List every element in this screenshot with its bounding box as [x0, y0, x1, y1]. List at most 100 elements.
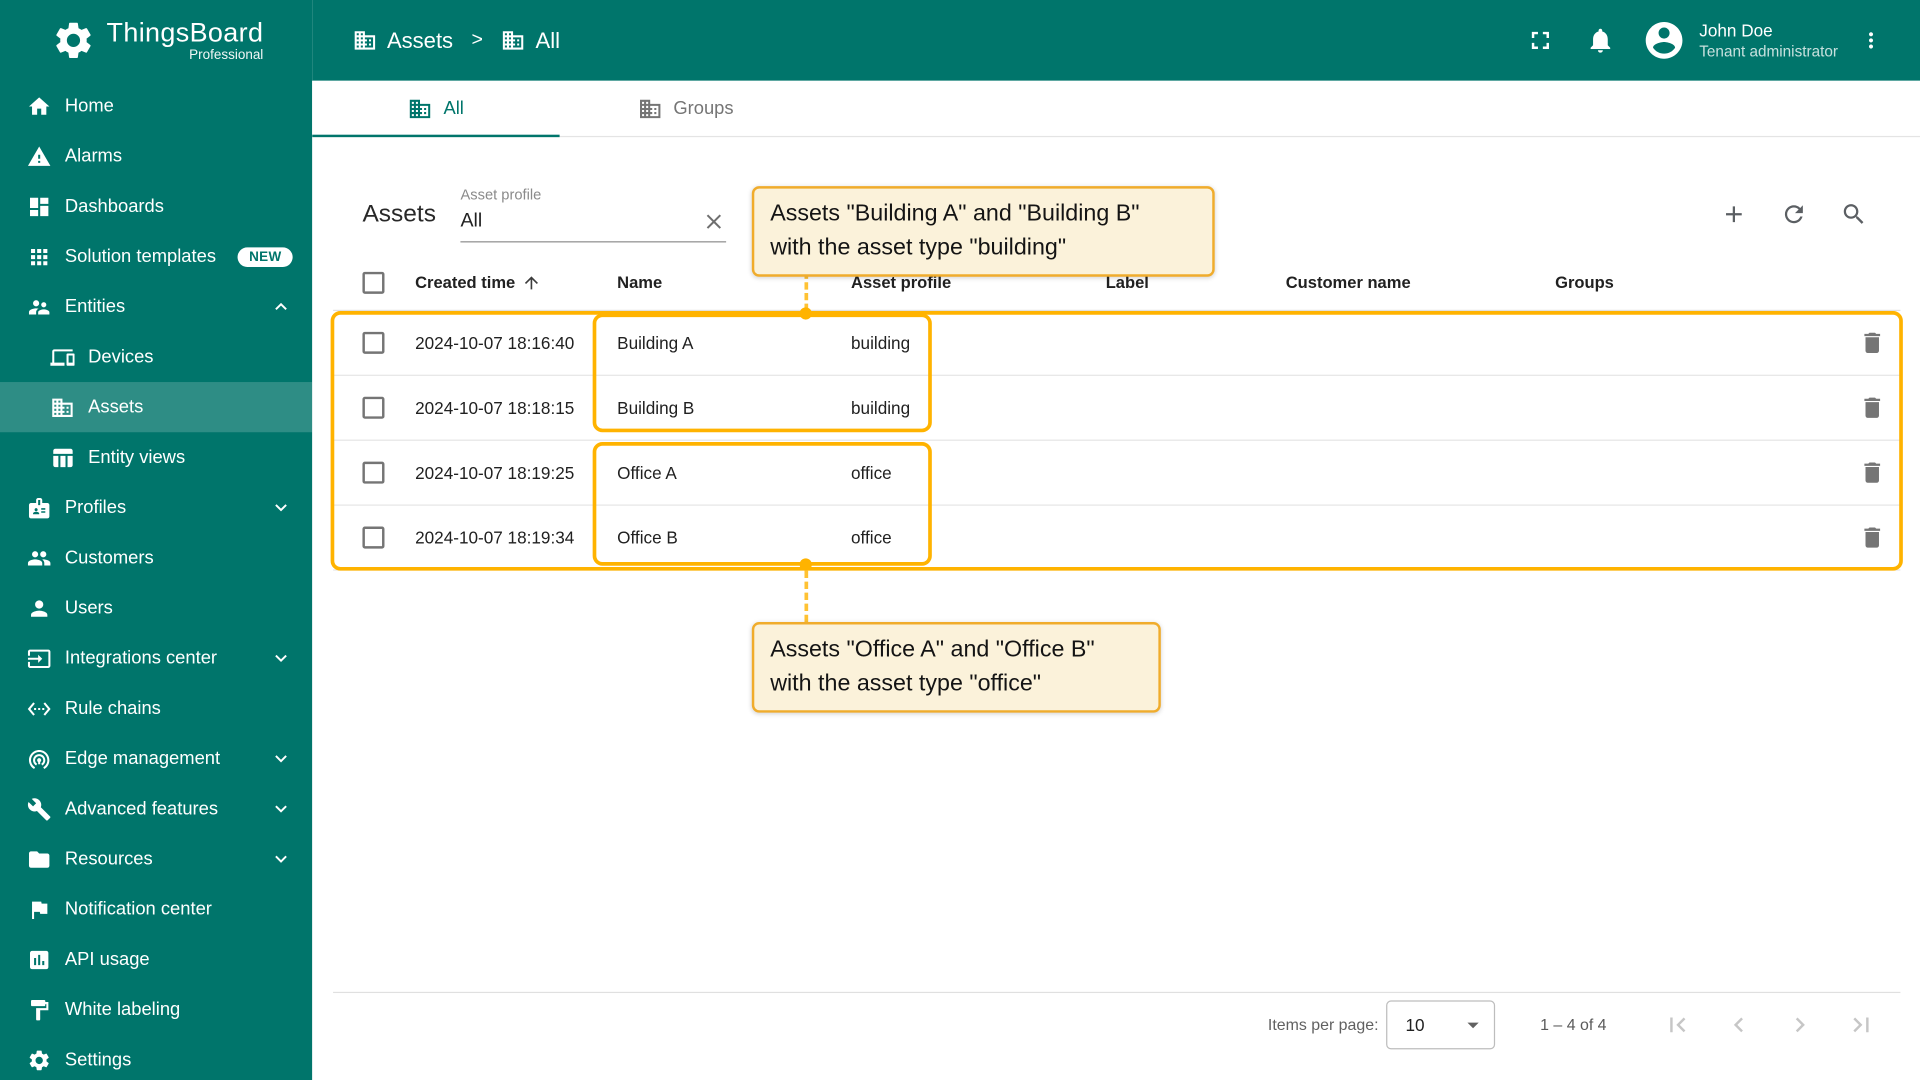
sort-ascending-icon	[521, 272, 541, 292]
devices-icon	[50, 345, 74, 369]
person-icon	[27, 596, 51, 620]
avatar-icon[interactable]	[1642, 18, 1686, 62]
sidebar-item-label: Alarms	[64, 145, 123, 167]
cell-created-time: 2024-10-07 18:18:15	[415, 397, 575, 418]
sidebar-item-integrations-center[interactable]: Integrations center	[0, 633, 312, 683]
breadcrumb-assets[interactable]: Assets	[353, 28, 453, 54]
building-icon	[501, 28, 525, 52]
sidebar-item-label: Integrations center	[64, 647, 218, 669]
sidebar-item-label: Home	[64, 95, 114, 117]
chevron-up-icon	[269, 295, 292, 318]
sidebar-item-resources[interactable]: Resources	[0, 834, 312, 884]
row-checkbox[interactable]	[362, 396, 385, 419]
sidebar-item-alarms[interactable]: Alarms	[0, 131, 312, 181]
fullscreen-icon[interactable]	[1525, 26, 1554, 55]
sidebar-item-devices[interactable]: Devices	[0, 332, 312, 382]
chevron-down-icon	[269, 747, 292, 770]
cell-asset-profile: building	[851, 397, 911, 418]
user-menu[interactable]: John Doe Tenant administrator	[1699, 20, 1838, 62]
user-role: Tenant administrator	[1699, 42, 1838, 60]
assets-table-card: Assets Asset profile All Created time Na…	[333, 161, 1901, 1056]
prev-page-icon[interactable]	[1724, 1010, 1753, 1039]
sidebar-item-edge-management[interactable]: Edge management	[0, 733, 312, 783]
asset-profile-filter[interactable]: Asset profile All	[460, 186, 727, 243]
table-row[interactable]: 2024-10-07 18:18:15 Building B building	[333, 376, 1901, 441]
sidebar-item-label: White labeling	[64, 999, 181, 1020]
sidebar-item-label: Settings	[64, 1049, 132, 1071]
notifications-icon[interactable]	[1585, 26, 1614, 55]
table-row[interactable]: 2024-10-07 18:16:40 Building A building	[333, 311, 1901, 376]
row-checkbox[interactable]	[362, 461, 385, 484]
sidebar-item-profiles[interactable]: Profiles	[0, 482, 312, 532]
cell-asset-profile: office	[851, 462, 892, 483]
sidebar-item-assets[interactable]: Assets	[0, 382, 313, 433]
search-icon[interactable]	[1840, 201, 1867, 228]
page-title: Assets	[362, 200, 436, 228]
filter-value[interactable]: All	[460, 211, 701, 233]
filter-label: Asset profile	[460, 186, 542, 204]
sidebar-item-dashboards[interactable]: Dashboards	[0, 181, 312, 231]
top-bar-actions: John Doe Tenant administrator	[1525, 18, 1920, 62]
table-actions	[1720, 201, 1867, 228]
items-per-page-select[interactable]: 10	[1385, 999, 1495, 1049]
annotation-dot-bottom	[799, 558, 812, 571]
sidebar-item-label: Profiles	[64, 497, 127, 518]
sidebar-item-entities[interactable]: Entities	[0, 282, 312, 332]
sidebar-item-notification-center[interactable]: Notification center	[0, 884, 312, 934]
sidebar-item-entity-views[interactable]: Entity views	[0, 432, 312, 482]
clear-filter-icon[interactable]	[702, 209, 726, 233]
brand-edition: Professional	[189, 47, 264, 62]
breadcrumb-all[interactable]: All	[501, 28, 560, 54]
tab-all[interactable]: All	[312, 81, 560, 138]
select-all-checkbox[interactable]	[362, 271, 385, 294]
sidebar-item-home[interactable]: Home	[0, 81, 312, 131]
delete-icon[interactable]	[1858, 524, 1885, 551]
breadcrumb-separator: >	[471, 29, 483, 51]
chevron-down-icon	[269, 496, 292, 519]
row-checkbox[interactable]	[362, 331, 385, 354]
sidebar-nav: Home Alarms Dashboards Solution template…	[0, 81, 313, 1080]
sidebar-item-solution-templates[interactable]: Solution templates NEW	[0, 231, 312, 281]
tab-groups[interactable]: Groups	[560, 81, 812, 136]
sidebar-item-white-labeling[interactable]: White labeling	[0, 984, 312, 1034]
first-page-icon[interactable]	[1663, 1010, 1692, 1039]
page-range: 1 – 4 of 4	[1540, 1015, 1607, 1034]
sidebar-item-api-usage[interactable]: API usage	[0, 934, 312, 984]
next-page-icon[interactable]	[1785, 1010, 1814, 1039]
app-logo[interactable]: ThingsBoard Professional	[0, 0, 312, 81]
table-row[interactable]: 2024-10-07 18:19:34 Office B office	[333, 506, 1901, 571]
sidebar-item-label: Resources	[64, 848, 153, 870]
sidebar-item-rule-chains[interactable]: Rule chains	[0, 683, 312, 733]
sidebar-item-customers[interactable]: Customers	[0, 533, 312, 583]
delete-icon[interactable]	[1858, 459, 1885, 486]
delete-icon[interactable]	[1858, 329, 1885, 356]
column-groups[interactable]: Groups	[1555, 273, 1843, 291]
sidebar-item-label: Entities	[64, 296, 126, 318]
add-icon[interactable]	[1720, 201, 1747, 228]
sidebar-item-advanced-features[interactable]: Advanced features	[0, 784, 312, 834]
sidebar-item-label: Notification center	[64, 898, 212, 920]
column-created-time[interactable]: Created time	[415, 272, 617, 292]
cell-asset-profile: building	[851, 333, 911, 353]
building-icon	[408, 96, 432, 120]
sidebar-item-users[interactable]: Users	[0, 583, 312, 633]
cell-name: Office B	[617, 527, 678, 548]
paginator-nav	[1663, 1010, 1876, 1039]
sidebar-item-settings[interactable]: Settings	[0, 1035, 312, 1080]
tools-icon	[27, 797, 51, 821]
new-badge: NEW	[238, 246, 293, 267]
edge-icon	[27, 746, 51, 770]
more-vert-icon[interactable]	[1859, 28, 1883, 52]
delete-icon[interactable]	[1858, 394, 1885, 421]
folder-icon	[27, 847, 51, 871]
entities-icon	[27, 294, 51, 318]
table-row[interactable]: 2024-10-07 18:19:25 Office A office	[333, 441, 1901, 506]
gear-icon	[27, 1048, 51, 1072]
row-checkbox[interactable]	[362, 526, 385, 549]
column-customer-name[interactable]: Customer name	[1286, 273, 1555, 291]
breadcrumb-label: All	[535, 27, 561, 53]
refresh-icon[interactable]	[1780, 201, 1807, 228]
tab-label: Groups	[673, 97, 734, 119]
last-page-icon[interactable]	[1847, 1010, 1876, 1039]
building-icon	[353, 28, 377, 52]
